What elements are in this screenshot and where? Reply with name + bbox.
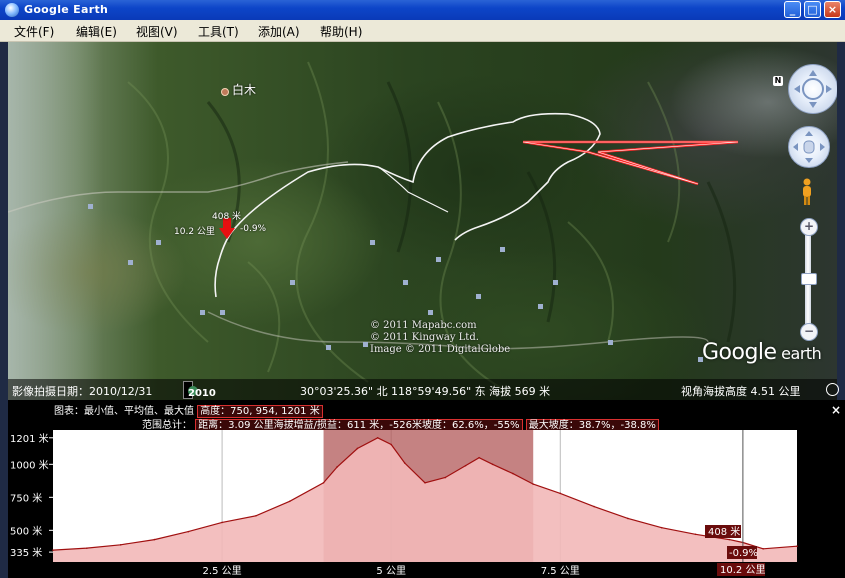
elevation-point — [322, 482, 325, 484]
marker-elevation-label: 408 米 — [708, 525, 740, 538]
status-bar: 影像拍摄日期：2010/12/31 2010 30°03'25.36" 北 11… — [8, 379, 839, 400]
elevation-point — [512, 472, 514, 475]
elevation-point — [762, 548, 764, 550]
elevation-point — [288, 500, 291, 503]
elevation-point — [593, 505, 595, 508]
pegman-icon[interactable] — [801, 178, 813, 206]
pointer-coordinates: 30°03'25.36" 北 118°59'49.56" 东 海拔 569 米 — [300, 385, 551, 398]
logo-suffix: earth — [776, 344, 822, 363]
elevation-point — [491, 463, 494, 466]
maximize-button[interactable]: □ — [804, 1, 821, 18]
y-tick-label: 1201 米 — [10, 432, 49, 445]
place-marker-icon[interactable] — [221, 88, 229, 96]
elevation-point — [187, 530, 190, 533]
google-earth-logo: Google earth — [702, 340, 822, 365]
map-marker-distance: 10.2 公里 — [174, 227, 215, 237]
elevation-point — [728, 538, 731, 541]
elevation-point — [627, 517, 629, 520]
elevation-point — [221, 521, 223, 524]
google-earth-app-icon — [5, 3, 19, 17]
menu-view[interactable]: 视图(V) — [136, 23, 178, 40]
x-tick-label: 7.5 公里 — [541, 565, 580, 577]
window-title: Google Earth — [24, 3, 109, 16]
zoom-out-button[interactable]: − — [800, 323, 818, 341]
elevation-point — [444, 476, 447, 479]
elevation-point — [694, 533, 697, 536]
marker-slope-label: -0.9% — [729, 548, 758, 559]
elevation-point — [52, 549, 54, 551]
elevation-point — [424, 482, 426, 484]
move-joystick[interactable] — [788, 126, 830, 168]
x-tick-label: 5 公里 — [376, 565, 406, 577]
map-view[interactable]: 白木 408 米 10.2 公里 -0.9% © 2011 Mapabc.com… — [8, 42, 837, 400]
logo-main: Google — [702, 340, 777, 365]
map-marker-slope: -0.9% — [240, 224, 267, 234]
copyright-line: © 2011 Kingway Ltd. — [370, 332, 479, 343]
y-tick-label: 1000 米 — [10, 458, 49, 471]
y-tick-label: 750 米 — [10, 491, 42, 504]
elevation-point — [796, 545, 798, 547]
elevation-point — [86, 547, 88, 549]
eye-altitude: 视角海拔高度 4.51 公里 — [681, 385, 801, 398]
place-label[interactable]: 白木 — [232, 81, 256, 98]
elevation-point — [532, 483, 535, 485]
map-copyright: © 2011 Mapabc.com © 2011 Kingway Ltd. Im… — [370, 320, 510, 356]
historical-imagery-button[interactable]: 2010 — [183, 381, 216, 399]
menu-bar: 文件(F) 编辑(E) 视图(V) 工具(T) 添加(A) 帮助(H) — [0, 20, 845, 42]
minimize-button[interactable]: _ — [784, 1, 801, 18]
elevation-point — [464, 464, 467, 467]
elevation-point — [336, 466, 338, 468]
elevation-point — [660, 526, 663, 529]
y-tick-label: 335 米 — [10, 546, 42, 559]
menu-tools[interactable]: 工具(T) — [198, 23, 239, 40]
image-date: 影像拍摄日期：2010/12/31 — [12, 385, 153, 398]
elevation-point — [390, 443, 392, 446]
elevation-point — [559, 492, 562, 495]
close-button[interactable]: × — [824, 1, 841, 18]
elevation-profile-panel: × 图表：最小值、平均值、最大值 高度：750, 954, 1201 米 范围总… — [8, 400, 845, 578]
copyright-line: Image © 2011 DigitalGlobe — [370, 344, 511, 355]
elevation-point — [255, 515, 257, 517]
elevation-point — [119, 544, 122, 546]
elevation-point — [403, 462, 406, 464]
x-tick-label: 2.5 公里 — [203, 565, 242, 577]
copyright-line: © 2011 Mapabc.com — [370, 320, 477, 331]
look-joystick[interactable] — [788, 64, 837, 114]
menu-add[interactable]: 添加(A) — [258, 23, 300, 40]
map-marker-elevation: 408 米 — [212, 212, 242, 222]
menu-edit[interactable]: 编辑(E) — [76, 23, 117, 40]
hand-icon — [793, 131, 825, 163]
streaming-indicator-icon — [826, 383, 839, 396]
elevation-point — [376, 436, 379, 439]
menu-file[interactable]: 文件(F) — [14, 23, 54, 40]
menu-help[interactable]: 帮助(H) — [320, 23, 362, 40]
zoom-in-button[interactable]: + — [800, 218, 818, 236]
y-tick-label: 500 米 — [10, 524, 42, 537]
elevation-point — [356, 447, 359, 450]
title-bar: Google Earth _ □ × — [0, 0, 845, 20]
north-up-button[interactable]: N — [773, 76, 783, 86]
elevation-chart[interactable]: 1201 米 1000 米 750 米 500 米 335 米 2.5 公里 5 公里 7.… — [8, 400, 845, 578]
eye-icon — [794, 70, 832, 108]
elevation-point — [153, 538, 156, 541]
zoom-slider-handle[interactable] — [801, 273, 817, 285]
marker-distance-label: 10.2 公里 — [720, 564, 765, 576]
elevation-point — [478, 456, 480, 459]
